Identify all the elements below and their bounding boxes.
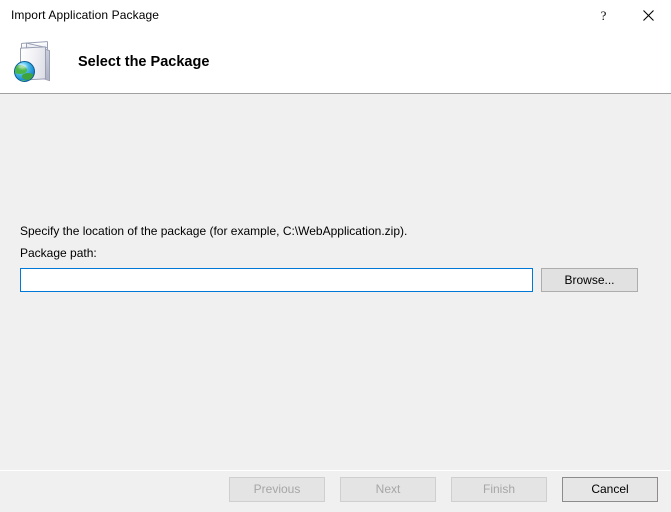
import-application-package-dialog: Import Application Package ? Select the … (0, 0, 671, 512)
package-path-label: Package path: (20, 246, 97, 260)
cancel-button[interactable]: Cancel (562, 477, 658, 502)
package-path-input[interactable] (20, 268, 533, 292)
package-icon-art (12, 39, 58, 85)
globe-icon (14, 60, 35, 82)
footer-button-group: Previous Next Finish Cancel (229, 477, 658, 502)
window-controls: ? (581, 0, 671, 30)
dialog-body: Specify the location of the package (for… (0, 94, 671, 470)
finish-button[interactable]: Finish (451, 477, 547, 502)
previous-button[interactable]: Previous (229, 477, 325, 502)
dialog-header: Select the Package (0, 30, 671, 94)
help-button[interactable]: ? (581, 0, 626, 30)
package-globe-icon (12, 39, 58, 85)
page-title: Select the Package (78, 53, 210, 70)
help-icon: ? (600, 7, 607, 23)
instruction-text: Specify the location of the package (for… (20, 224, 408, 238)
browse-button[interactable]: Browse... (541, 268, 638, 292)
close-button[interactable] (626, 0, 671, 30)
window-title: Import Application Package (11, 8, 160, 22)
dialog-footer: Previous Next Finish Cancel (0, 471, 671, 512)
next-button[interactable]: Next (340, 477, 436, 502)
title-bar: Import Application Package ? (0, 0, 671, 30)
close-icon (643, 9, 654, 21)
